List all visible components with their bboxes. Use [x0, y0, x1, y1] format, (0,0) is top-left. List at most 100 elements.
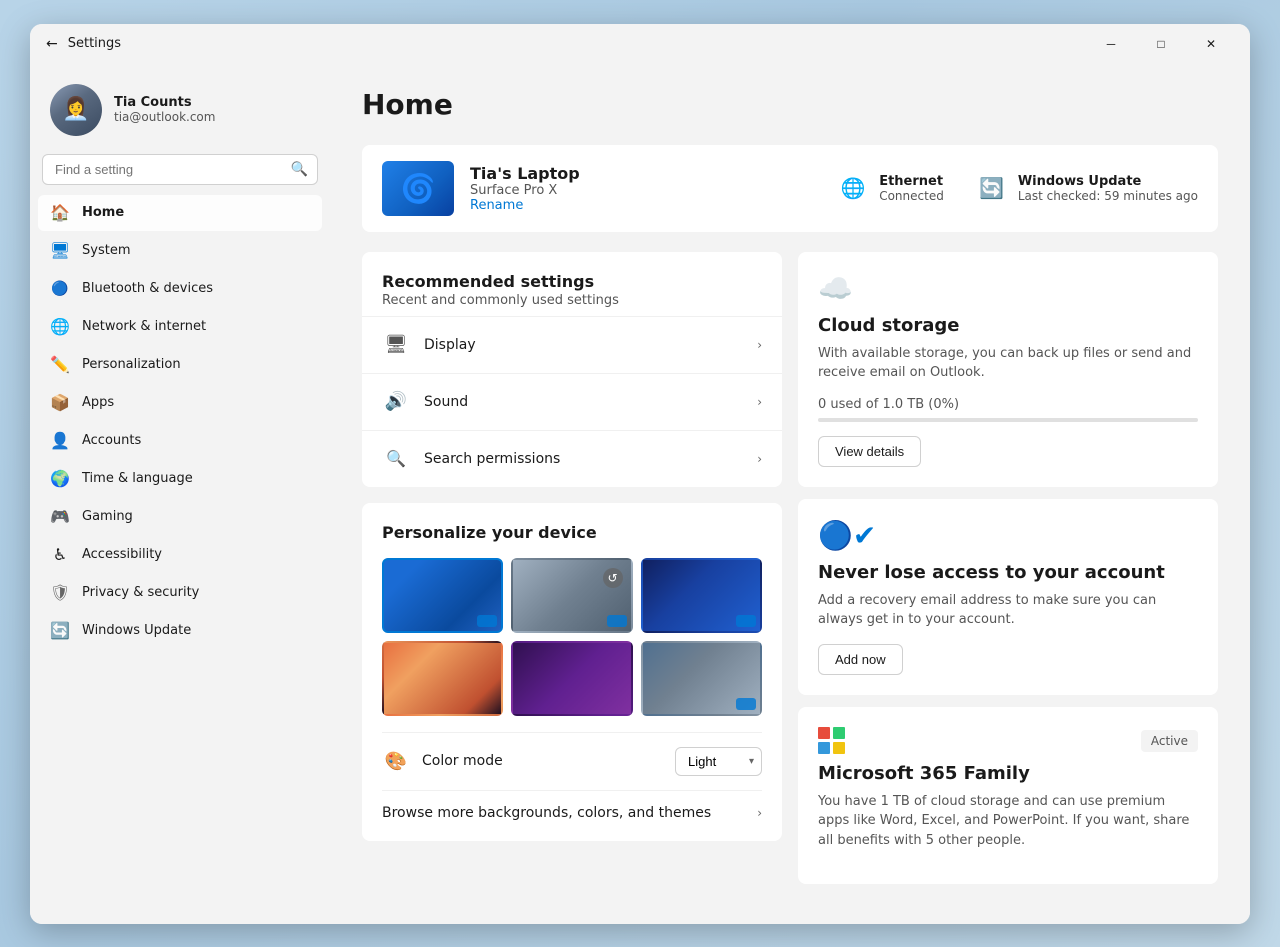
- sidebar-item-home[interactable]: 🏠 Home: [38, 195, 322, 231]
- avatar-image: 👩‍💼: [50, 84, 102, 136]
- device-name: Tia's Laptop: [470, 164, 580, 183]
- device-thumbnail: 🌀: [382, 161, 454, 216]
- color-mode-select-wrapper: Light Dark Custom ▾: [675, 747, 762, 776]
- sidebar-item-accessibility[interactable]: ♿ Accessibility: [38, 537, 322, 573]
- wallpaper-4[interactable]: [382, 641, 503, 716]
- wallpaper-1[interactable]: [382, 558, 503, 633]
- titlebar-controls: ─ □ ✕: [1088, 28, 1234, 60]
- wallpaper-2-overlay: ↺: [603, 568, 623, 588]
- sidebar-item-label-home: Home: [82, 205, 124, 220]
- display-settings-item[interactable]: 🖥 Display ›: [362, 316, 782, 373]
- ms365-sq-green: [833, 727, 845, 739]
- home-icon: 🏠: [50, 203, 70, 223]
- user-name: Tia Counts: [114, 95, 215, 110]
- time-icon: 🌍: [50, 469, 70, 489]
- storage-text: 0 used of 1.0 TB (0%): [818, 397, 1198, 412]
- ethernet-icon: 🌐: [837, 172, 869, 204]
- sidebar-item-bluetooth[interactable]: 🔵 Bluetooth & devices: [38, 271, 322, 307]
- display-item-left: 🖥 Display: [382, 331, 476, 359]
- color-mode-icon: 🎨: [382, 747, 410, 775]
- sidebar-item-label-update: Windows Update: [82, 623, 191, 638]
- wallpaper-2-indicator: [607, 615, 627, 627]
- device-thumb-inner: 🌀: [382, 161, 454, 216]
- device-info: 🌀 Tia's Laptop Surface Pro X Rename: [382, 161, 580, 216]
- browse-themes-row[interactable]: Browse more backgrounds, colors, and the…: [382, 790, 762, 821]
- main-content: Home 🌀 Tia's Laptop Surface Pro X Rename…: [330, 64, 1250, 924]
- account-security-card: 🔵✔ Never lose access to your account Add…: [798, 499, 1218, 695]
- content-area: 👩‍💼 Tia Counts tia@outlook.com 🔍 🏠 Home …: [30, 64, 1250, 924]
- recommended-settings-card: Recommended settings Recent and commonly…: [362, 252, 782, 487]
- windows-update-label: Windows Update: [1018, 174, 1198, 189]
- account-security-title: Never lose access to your account: [818, 562, 1198, 583]
- sidebar-item-label-accessibility: Accessibility: [82, 547, 162, 562]
- browse-chevron: ›: [757, 806, 762, 820]
- titlebar-left: ← Settings: [46, 36, 121, 52]
- sidebar-item-label-system: System: [82, 243, 130, 258]
- sidebar-item-label-network: Network & internet: [82, 319, 206, 334]
- sidebar-item-label-apps: Apps: [82, 395, 114, 410]
- ms365-logo: [818, 727, 846, 755]
- sidebar-item-network[interactable]: 🌐 Network & internet: [38, 309, 322, 345]
- bluetooth-icon: 🔵: [50, 279, 70, 299]
- wallpaper-3[interactable]: [641, 558, 762, 633]
- ms365-sq-blue: [818, 742, 830, 754]
- page-title: Home: [362, 88, 1218, 121]
- ms365-active-badge: Active: [1141, 730, 1198, 752]
- sidebar-item-accounts[interactable]: 👤 Accounts: [38, 423, 322, 459]
- sidebar-item-label-personalization: Personalization: [82, 357, 181, 372]
- ethernet-info: Ethernet Connected: [879, 174, 944, 203]
- sidebar-item-gaming[interactable]: 🎮 Gaming: [38, 499, 322, 535]
- avatar: 👩‍💼: [50, 84, 102, 136]
- titlebar-title: Settings: [68, 36, 121, 51]
- search-input[interactable]: [42, 154, 318, 185]
- accessibility-icon: ♿: [50, 545, 70, 565]
- search-box: 🔍: [42, 154, 318, 185]
- wallpaper-grid: ↺: [382, 558, 762, 716]
- sidebar-item-time[interactable]: 🌍 Time & language: [38, 461, 322, 497]
- ethernet-status: 🌐 Ethernet Connected: [837, 172, 944, 204]
- close-button[interactable]: ✕: [1188, 28, 1234, 60]
- sidebar-item-personalization[interactable]: ✏️ Personalization: [38, 347, 322, 383]
- search-button[interactable]: 🔍: [291, 161, 308, 178]
- recommended-title: Recommended settings: [382, 272, 762, 291]
- view-details-button[interactable]: View details: [818, 436, 921, 467]
- search-permissions-icon: 🔍: [382, 445, 410, 473]
- wallpaper-3-indicator: [736, 615, 756, 627]
- ms365-card: Active Microsoft 365 Family You have 1 T…: [798, 707, 1218, 885]
- search-item-left: 🔍 Search permissions: [382, 445, 560, 473]
- recommended-subtitle: Recent and commonly used settings: [382, 293, 762, 308]
- sidebar-item-update[interactable]: 🔄 Windows Update: [38, 613, 322, 649]
- sidebar-item-privacy[interactable]: 🛡 Privacy & security: [38, 575, 322, 611]
- browse-label: Browse more backgrounds, colors, and the…: [382, 805, 711, 821]
- wallpaper-5[interactable]: [511, 641, 632, 716]
- cloud-storage-card: ☁️ Cloud storage With available storage,…: [798, 252, 1218, 487]
- privacy-icon: 🛡: [50, 583, 70, 603]
- left-column: Recommended settings Recent and commonly…: [362, 252, 782, 909]
- sidebar-item-apps[interactable]: 📦 Apps: [38, 385, 322, 421]
- user-profile: 👩‍💼 Tia Counts tia@outlook.com: [38, 76, 322, 152]
- search-permissions-item[interactable]: 🔍 Search permissions ›: [362, 430, 782, 487]
- add-now-button[interactable]: Add now: [818, 644, 903, 675]
- wallpaper-2[interactable]: ↺: [511, 558, 632, 633]
- rename-link[interactable]: Rename: [470, 198, 580, 213]
- gaming-icon: 🎮: [50, 507, 70, 527]
- storage-bar: [818, 418, 1198, 422]
- sound-chevron: ›: [757, 395, 762, 409]
- windows-update-value: Last checked: 59 minutes ago: [1018, 189, 1198, 203]
- titlebar: ← Settings ─ □ ✕: [30, 24, 1250, 64]
- minimize-button[interactable]: ─: [1088, 28, 1134, 60]
- device-model: Surface Pro X: [470, 183, 580, 198]
- color-mode-select[interactable]: Light Dark Custom: [675, 747, 762, 776]
- search-permissions-label: Search permissions: [424, 451, 560, 467]
- sidebar-item-label-accounts: Accounts: [82, 433, 141, 448]
- device-status-items: 🌐 Ethernet Connected 🔄 Windows Update La…: [837, 172, 1198, 204]
- sound-settings-item[interactable]: 🔊 Sound ›: [362, 373, 782, 430]
- search-chevron: ›: [757, 452, 762, 466]
- ethernet-value: Connected: [879, 189, 944, 203]
- back-icon[interactable]: ←: [46, 36, 58, 52]
- sound-icon: 🔊: [382, 388, 410, 416]
- account-security-description: Add a recovery email address to make sur…: [818, 591, 1198, 630]
- sidebar-item-system[interactable]: 🖥 System: [38, 233, 322, 269]
- wallpaper-6[interactable]: [641, 641, 762, 716]
- maximize-button[interactable]: □: [1138, 28, 1184, 60]
